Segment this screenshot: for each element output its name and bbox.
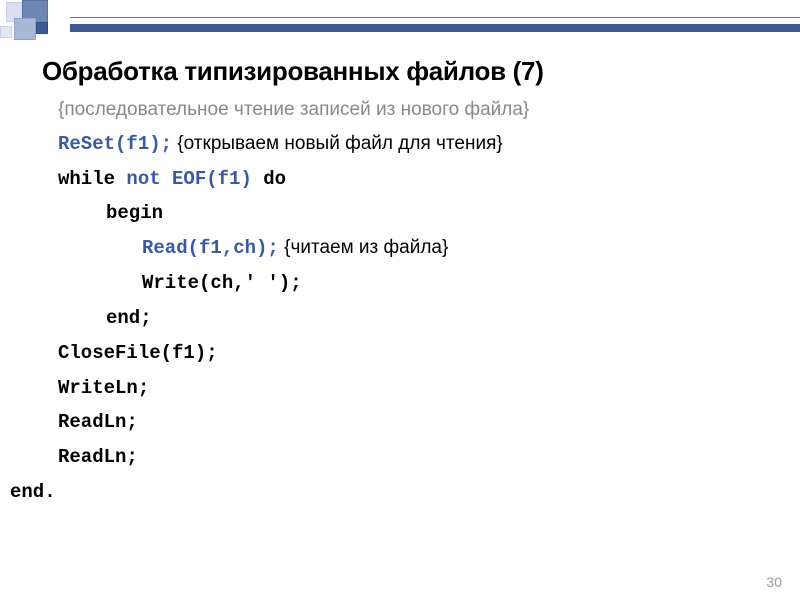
code-line: Read(f1,ch); {читаем из файла} bbox=[58, 231, 800, 266]
code-line: {последовательное чтение записей из ново… bbox=[58, 93, 800, 127]
code-span: WriteLn; bbox=[58, 377, 149, 399]
slide: Обработка типизированных файлов (7) {пос… bbox=[0, 0, 800, 600]
header-squares bbox=[0, 0, 70, 44]
code-line: ReadLn; bbox=[58, 440, 800, 475]
square-icon bbox=[14, 18, 36, 40]
code-line: ReadLn; bbox=[58, 405, 800, 440]
square-icon bbox=[0, 26, 12, 38]
code-line: ReSet(f1); {открываем новый файл для чте… bbox=[58, 127, 800, 162]
code-span: ReadLn; bbox=[58, 411, 138, 433]
code-span: Read(f1,ch); bbox=[142, 237, 279, 259]
code-span: ReSet(f1); bbox=[58, 133, 172, 155]
header-thin-line bbox=[70, 17, 800, 18]
code-span: do bbox=[252, 168, 286, 190]
code-line: while not EOF(f1) do bbox=[58, 162, 800, 197]
code-line: WriteLn; bbox=[58, 371, 800, 406]
header-thick-line bbox=[70, 24, 800, 32]
code-span: end. bbox=[10, 481, 56, 503]
square-icon bbox=[36, 22, 48, 34]
code-span: CloseFile(f1); bbox=[58, 342, 218, 364]
slide-content: Обработка типизированных файлов (7) {пос… bbox=[0, 56, 800, 510]
code-span: Write(ch,' '); bbox=[142, 272, 302, 294]
code-span: ReadLn; bbox=[58, 446, 138, 468]
code-span: not EOF(f1) bbox=[126, 168, 251, 190]
code-line: CloseFile(f1); bbox=[58, 336, 800, 371]
code-line: begin bbox=[58, 196, 800, 231]
code-line: end; bbox=[58, 301, 800, 336]
code-line: Write(ch,' '); bbox=[58, 266, 800, 301]
slide-title: Обработка типизированных файлов (7) bbox=[0, 56, 800, 93]
code-line: end. bbox=[10, 475, 800, 510]
code-span: {открываем новый файл для чтения} bbox=[172, 133, 503, 154]
code-span: begin bbox=[106, 202, 163, 224]
header-decoration bbox=[0, 0, 800, 44]
code-span: end; bbox=[106, 307, 152, 329]
code-block: {последовательное чтение записей из ново… bbox=[0, 93, 800, 510]
page-number: 30 bbox=[766, 574, 782, 590]
code-span: {читаем из файла} bbox=[279, 237, 449, 258]
code-span: {последовательное чтение записей из ново… bbox=[58, 99, 529, 120]
code-span: while bbox=[58, 168, 126, 190]
